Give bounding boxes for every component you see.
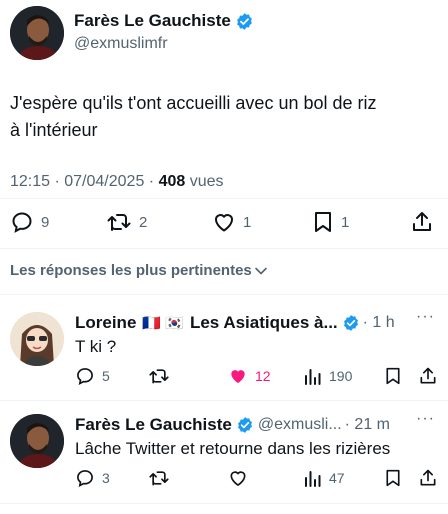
bookmark-button[interactable]: 1: [312, 210, 349, 234]
retweet-count: 2: [139, 213, 148, 231]
heart-filled-icon: [231, 370, 245, 384]
bookmark-icon: [386, 469, 400, 487]
reply-sort-label: Les réponses les plus pertinentes: [10, 262, 252, 279]
views-label: vues: [185, 173, 224, 190]
views-icon: [305, 369, 321, 385]
chevron-down-icon: [254, 267, 267, 274]
share-icon: [413, 212, 431, 231]
reply-retweet-button[interactable]: [148, 468, 170, 488]
retweet-button[interactable]: 2: [106, 210, 147, 234]
reply-author-name[interactable]: Farès Le Gauchiste: [75, 415, 232, 435]
tweet-text-line-2: à l'intérieur: [10, 120, 98, 140]
reply-count: 3: [102, 470, 110, 486]
views-icon: [305, 471, 321, 487]
views-count: 47: [329, 470, 345, 486]
reply-reply-button[interactable]: 5: [75, 366, 110, 386]
more-options-icon[interactable]: ···: [416, 308, 435, 326]
reply-bookmark-button[interactable]: [384, 468, 402, 493]
like-count: 12: [255, 368, 271, 384]
reply-button[interactable]: 9: [10, 210, 49, 234]
verified-badge-icon: [236, 12, 252, 30]
like-button[interactable]: 1: [212, 210, 251, 234]
retweet-icon: [149, 369, 169, 384]
reply-retweet-button[interactable]: [148, 366, 170, 386]
reply-avatar[interactable]: [10, 414, 64, 468]
reply-time[interactable]: · 1 h: [363, 314, 395, 332]
bookmark-icon: [315, 212, 331, 232]
verified-badge-icon: [343, 315, 358, 331]
reply-count: 5: [102, 368, 110, 384]
heart-icon: [215, 214, 233, 232]
share-button[interactable]: [410, 210, 434, 239]
reply-views-button[interactable]: 47: [304, 468, 345, 488]
reply-like-button[interactable]: 12: [228, 366, 271, 386]
author-handle[interactable]: @exmuslimfr: [74, 35, 168, 53]
reply-count: 9: [41, 213, 50, 231]
reply-like-button[interactable]: [228, 468, 248, 488]
reply-author-handle[interactable]: @exmusli...: [258, 416, 342, 434]
reply-views-button[interactable]: 190: [304, 366, 352, 386]
divider: [0, 400, 448, 401]
reply-icon: [12, 212, 32, 233]
share-icon: [420, 367, 436, 384]
divider: [0, 198, 448, 199]
reply-author-flags: 🇫🇷 🇰🇷: [142, 315, 184, 332]
reply-time[interactable]: · 21 m: [345, 416, 390, 434]
tweet-text: J'espère qu'ils t'ont accueilli avec un …: [10, 90, 440, 144]
views-count: 190: [329, 368, 353, 384]
divider: [0, 294, 448, 295]
bookmark-count: 1: [341, 213, 350, 231]
divider: [0, 248, 448, 249]
divider: [0, 503, 448, 504]
tweet-text-line-1: J'espère qu'ils t'ont accueilli avec un …: [10, 93, 377, 113]
reply-share-button[interactable]: [418, 366, 438, 391]
verified-badge-icon: [237, 417, 252, 433]
reply-text: T ki ?: [75, 337, 117, 356]
reply-author-name-rest[interactable]: Les Asiatiques à...: [190, 313, 338, 333]
reply-bookmark-button[interactable]: [384, 366, 402, 391]
reply-icon: [77, 470, 93, 488]
views-count: 408: [158, 173, 186, 190]
more-options-icon[interactable]: ···: [416, 410, 435, 428]
reply-icon: [77, 368, 93, 386]
author-name[interactable]: Farès Le Gauchiste: [74, 11, 231, 31]
retweet-icon: [149, 471, 169, 486]
tweet-meta: 12:15 · 07/04/2025 · 408 vues: [10, 173, 224, 191]
reply-share-button[interactable]: [418, 468, 438, 493]
retweet-icon: [107, 214, 131, 231]
reply-reply-button[interactable]: 3: [75, 468, 110, 488]
reply-avatar[interactable]: [10, 312, 64, 366]
bookmark-icon: [386, 367, 400, 385]
like-count: 1: [243, 213, 252, 231]
reply-author-name[interactable]: Loreine: [75, 313, 136, 333]
tweet-timestamp[interactable]: 12:15 · 07/04/2025 ·: [10, 173, 159, 190]
author-avatar[interactable]: [10, 6, 64, 60]
reply-text: Lâche Twitter et retourne dans les riziè…: [75, 439, 391, 458]
reply-sort-selector[interactable]: Les réponses les plus pertinentes: [10, 262, 268, 279]
heart-icon: [230, 471, 246, 486]
share-icon: [420, 469, 436, 486]
